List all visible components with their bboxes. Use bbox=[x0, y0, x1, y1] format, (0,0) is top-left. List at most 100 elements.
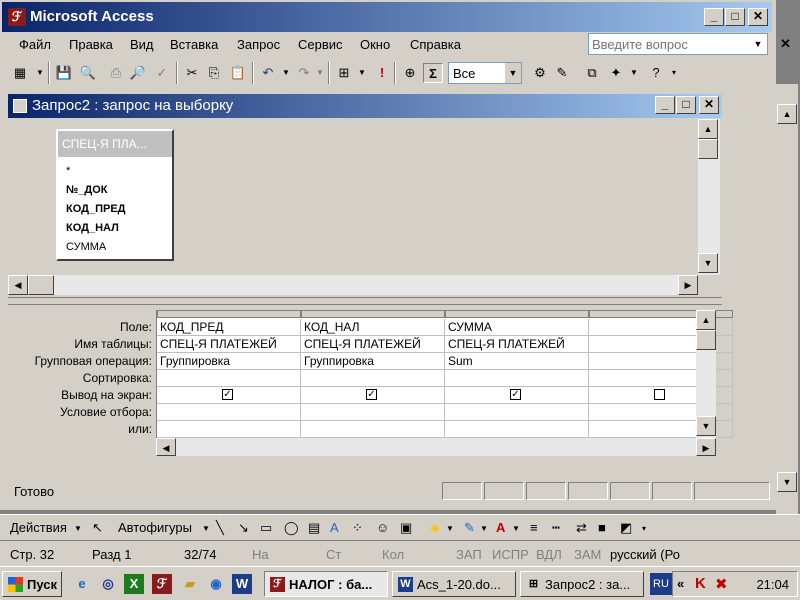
cut-icon[interactable]: ✂ bbox=[182, 63, 202, 83]
show-checkbox-checked[interactable]: ✓ bbox=[510, 389, 521, 400]
grid-cell-sort[interactable] bbox=[301, 370, 445, 387]
grid-cell-table[interactable]: СПЕЦ-Я ПЛАТЕЖЕЙ bbox=[445, 336, 589, 353]
grid-cell-table[interactable]: СПЕЦ-Я ПЛАТЕЖЕЙ bbox=[301, 336, 445, 353]
copy-icon[interactable]: ⎘ bbox=[204, 63, 224, 83]
grid-cell-field[interactable]: КОД_НАЛ bbox=[301, 319, 445, 336]
outlook-icon[interactable]: ◎ bbox=[98, 574, 118, 594]
arrow-icon[interactable]: ↘ bbox=[238, 520, 249, 536]
menu-window[interactable]: Окно bbox=[360, 37, 390, 52]
top-values-select[interactable]: Все ▼ bbox=[448, 62, 522, 84]
font-color-dropdown-icon[interactable]: ▼ bbox=[512, 524, 520, 533]
grid-cell-table[interactable]: СПЕЦ-Я ПЛАТЕЖЕЙ bbox=[157, 336, 301, 353]
grid-cell-or[interactable] bbox=[445, 421, 589, 438]
draw-options-icon[interactable]: ▾ bbox=[642, 524, 646, 533]
wordart-icon[interactable]: A bbox=[330, 520, 339, 535]
menu-help[interactable]: Справка bbox=[410, 37, 461, 52]
grid-cell-or[interactable] bbox=[301, 421, 445, 438]
undo-dropdown-icon[interactable]: ▼ bbox=[276, 63, 296, 83]
grid-cell-criteria[interactable] bbox=[157, 404, 301, 421]
scroll-left-icon[interactable]: ◀ bbox=[156, 438, 176, 456]
properties-icon[interactable]: ⚙ bbox=[530, 63, 550, 83]
new-object-icon[interactable]: ✦ bbox=[606, 63, 626, 83]
menu-edit[interactable]: Правка bbox=[69, 37, 113, 52]
grid-cell-show[interactable]: ✓ bbox=[157, 387, 301, 404]
menu-insert[interactable]: Вставка bbox=[170, 37, 218, 52]
scroll-thumb[interactable] bbox=[28, 275, 54, 295]
scroll-left-icon[interactable]: ◀ bbox=[8, 275, 28, 295]
shadow-icon[interactable]: ■ bbox=[598, 520, 606, 535]
scroll-down-icon[interactable]: ▼ bbox=[698, 253, 718, 273]
grid-cell-sort[interactable] bbox=[445, 370, 589, 387]
totals-icon[interactable]: Σ bbox=[423, 63, 443, 83]
field-list-item[interactable]: №_ДОК bbox=[66, 184, 108, 196]
select-objects-icon[interactable]: ↖ bbox=[92, 520, 103, 536]
top-values-dropdown-icon[interactable]: ▼ bbox=[505, 63, 521, 83]
excel-icon[interactable]: X bbox=[124, 574, 144, 594]
grid-cell-show[interactable]: ✓ bbox=[301, 387, 445, 404]
grid-cell-field[interactable]: КОД_ПРЕД bbox=[157, 319, 301, 336]
search-file-icon[interactable]: 🔍 bbox=[78, 63, 98, 83]
new-object-dropdown-icon[interactable]: ▼ bbox=[624, 63, 644, 83]
spelling-icon[interactable]: ✓ bbox=[152, 63, 172, 83]
oval-icon[interactable]: ◯ bbox=[284, 520, 299, 536]
line-icon[interactable]: ╲ bbox=[216, 520, 224, 536]
autoshapes-dropdown-icon[interactable]: ▼ bbox=[202, 524, 210, 533]
undo-icon[interactable]: ↶ bbox=[258, 63, 278, 83]
help-icon[interactable]: ? bbox=[646, 63, 666, 83]
menu-tools[interactable]: Сервис bbox=[298, 37, 343, 52]
question-box[interactable]: ▼ bbox=[588, 33, 768, 55]
view-dropdown-icon[interactable]: ▼ bbox=[30, 63, 50, 83]
close-button[interactable]: ✕ bbox=[748, 8, 768, 26]
taskbar-item-acs-doc[interactable]: W Acs_1-20.do... bbox=[392, 571, 516, 597]
query-type-dropdown-icon[interactable]: ▼ bbox=[352, 63, 372, 83]
table-pane-hscroll[interactable]: ◀ ▶ bbox=[8, 275, 698, 295]
table-pane-vscroll[interactable]: ▲ ▼ bbox=[698, 119, 720, 275]
diagram-icon[interactable]: ⁘ bbox=[352, 520, 363, 536]
overtype-indicator[interactable]: ЗАМ bbox=[574, 547, 601, 562]
actions-dropdown-icon[interactable]: ▼ bbox=[74, 524, 82, 533]
question-input[interactable] bbox=[589, 34, 747, 54]
3d-icon[interactable]: ◩ bbox=[620, 520, 632, 536]
run-icon[interactable]: ! bbox=[372, 63, 392, 83]
document-scrollbar[interactable]: ▲ ▼ bbox=[776, 84, 798, 514]
save-icon[interactable]: 💾 bbox=[54, 63, 74, 83]
field-list[interactable]: СПЕЦ-Я ПЛА... * №_ДОК КОД_ПРЕД КОД_НАЛ СУММА bbox=[56, 129, 174, 261]
autoshapes-menu[interactable]: Автофигуры bbox=[118, 520, 192, 535]
network-icon[interactable]: ✖ bbox=[715, 575, 728, 593]
access-key-icon[interactable]: ℱ bbox=[8, 8, 26, 26]
menu-file[interactable]: Файл bbox=[19, 37, 51, 52]
database-window-icon[interactable]: ⧉ bbox=[582, 63, 602, 83]
query-maximize-button[interactable]: □ bbox=[676, 96, 696, 114]
question-dropdown-icon[interactable]: ▼ bbox=[749, 34, 767, 54]
grid-cell-criteria[interactable] bbox=[301, 404, 445, 421]
arrow-style-icon[interactable]: ⇄ bbox=[576, 520, 587, 536]
start-button[interactable]: Пуск bbox=[2, 571, 62, 597]
fill-dropdown-icon[interactable]: ▼ bbox=[446, 524, 454, 533]
grid-cell-criteria[interactable] bbox=[445, 404, 589, 421]
show-checkbox-checked[interactable]: ✓ bbox=[222, 389, 233, 400]
folder-icon[interactable]: ▰ bbox=[180, 574, 200, 594]
grid-cell-sort[interactable] bbox=[157, 370, 301, 387]
query-type-icon[interactable]: ⊞ bbox=[334, 63, 354, 83]
menu-query[interactable]: Запрос bbox=[237, 37, 280, 52]
print-preview-icon[interactable]: 🔎 bbox=[128, 63, 148, 83]
column-selector[interactable] bbox=[157, 310, 301, 318]
scroll-down-icon[interactable]: ▼ bbox=[696, 416, 716, 436]
maximize-button[interactable]: □ bbox=[725, 8, 745, 26]
grid-cell-total[interactable]: Sum bbox=[445, 353, 589, 370]
pane-splitter[interactable] bbox=[8, 297, 722, 305]
kaspersky-icon[interactable]: K bbox=[695, 575, 706, 592]
show-table-icon[interactable]: ⊕ bbox=[400, 63, 420, 83]
rectangle-icon[interactable]: ▭ bbox=[260, 520, 272, 536]
taskbar-item-query2[interactable]: ⊞ Запрос2 : за... bbox=[520, 571, 644, 597]
access-icon[interactable]: ℱ bbox=[152, 574, 172, 594]
query-close-button[interactable]: ✕ bbox=[699, 96, 719, 114]
scroll-thumb[interactable] bbox=[698, 139, 718, 159]
doc-close-icon[interactable]: ✕ bbox=[780, 36, 791, 52]
grid-cell-total[interactable]: Группировка bbox=[157, 353, 301, 370]
scroll-right-icon[interactable]: ▶ bbox=[678, 275, 698, 295]
textbox-icon[interactable]: ▤ bbox=[308, 520, 320, 536]
font-color-icon[interactable]: A bbox=[496, 520, 505, 535]
scroll-down-icon[interactable]: ▼ bbox=[777, 472, 797, 492]
grid-hscroll[interactable]: ◀ ▶ bbox=[156, 438, 716, 456]
